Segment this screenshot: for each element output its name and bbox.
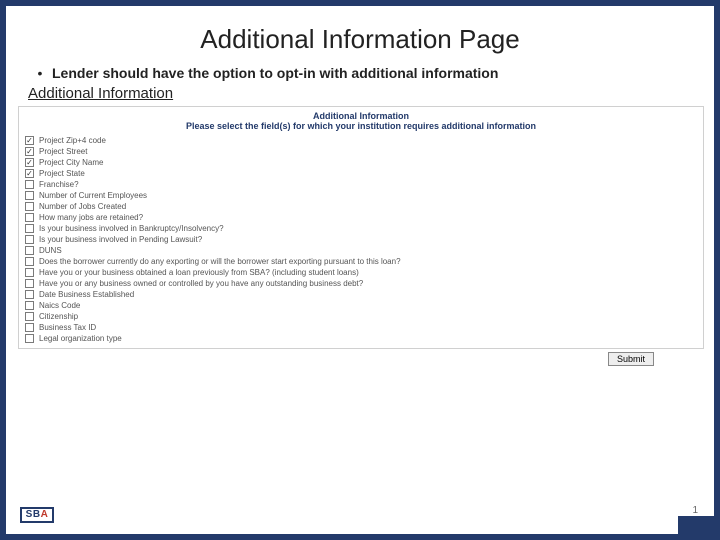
checkbox-label: Is your business involved in Bankruptcy/… xyxy=(39,224,224,233)
checkbox-label: Project State xyxy=(39,169,85,178)
checkbox-row: Number of Current Employees xyxy=(25,190,697,201)
checkbox[interactable] xyxy=(25,213,34,222)
submit-button[interactable]: Submit xyxy=(608,352,654,366)
checkbox-row: Does the borrower currently do any expor… xyxy=(25,256,697,267)
checkbox[interactable] xyxy=(25,235,34,244)
checkbox-row: Is your business involved in Pending Law… xyxy=(25,234,697,245)
checkbox-row: Number of Jobs Created xyxy=(25,201,697,212)
checkbox-row: ✓ Project State xyxy=(25,168,697,179)
checkbox[interactable] xyxy=(25,180,34,189)
checkbox-label: Business Tax ID xyxy=(39,323,96,332)
bullet-dot: • xyxy=(36,65,44,81)
additional-info-panel: Additional Information Please select the… xyxy=(18,106,704,349)
checkbox-row: Legal organization type xyxy=(25,333,697,344)
checkbox-label: Citizenship xyxy=(39,312,78,321)
checkbox[interactable] xyxy=(25,279,34,288)
checkbox-row: Citizenship xyxy=(25,311,697,322)
checkbox-label: Does the borrower currently do any expor… xyxy=(39,257,401,266)
checkbox-label: Project Street xyxy=(39,147,87,156)
checkbox-row: Business Tax ID xyxy=(25,322,697,333)
checkbox-label: Project Zip+4 code xyxy=(39,136,106,145)
bullet-text: Lender should have the option to opt-in … xyxy=(52,65,498,81)
checkbox[interactable] xyxy=(25,246,34,255)
checkbox[interactable] xyxy=(25,334,34,343)
checkbox-label: Is your business involved in Pending Law… xyxy=(39,235,202,244)
checkbox-row: How many jobs are retained? xyxy=(25,212,697,223)
sba-logo: SBA xyxy=(16,504,58,526)
checkbox[interactable] xyxy=(25,202,34,211)
checkbox[interactable] xyxy=(25,257,34,266)
checkbox-label: Naics Code xyxy=(39,301,80,310)
checkbox-label: Have you or any business owned or contro… xyxy=(39,279,363,288)
logo-box: SBA xyxy=(20,507,55,523)
checkbox-list: ✓ Project Zip+4 code ✓ Project Street ✓ Proje… xyxy=(19,133,703,348)
checkbox-label: Number of Current Employees xyxy=(39,191,147,200)
checkbox[interactable] xyxy=(25,290,34,299)
slide-frame: Additional Information Page • Lender shou… xyxy=(0,0,720,540)
checkbox[interactable]: ✓ xyxy=(25,158,34,167)
checkbox-row: ✓ Project Zip+4 code xyxy=(25,135,697,146)
section-subheading: Additional Information xyxy=(28,85,714,102)
checkbox[interactable] xyxy=(25,224,34,233)
checkbox-label: Number of Jobs Created xyxy=(39,202,126,211)
slide-title: Additional Information Page xyxy=(6,24,714,55)
checkbox-row: ✓ Project City Name xyxy=(25,157,697,168)
checkbox[interactable]: ✓ xyxy=(25,136,34,145)
checkbox-label: Project City Name xyxy=(39,158,103,167)
checkbox[interactable]: ✓ xyxy=(25,147,34,156)
checkbox-label: Franchise? xyxy=(39,180,79,189)
panel-instruction: Please select the field(s) for which you… xyxy=(19,121,703,131)
checkbox[interactable] xyxy=(25,323,34,332)
checkbox[interactable] xyxy=(25,312,34,321)
checkbox-row: Date Business Established xyxy=(25,289,697,300)
checkbox-label: Have you or your business obtained a loa… xyxy=(39,268,359,277)
submit-row: Submit xyxy=(6,349,714,366)
checkbox-row: Naics Code xyxy=(25,300,697,311)
checkbox-row: ✓ Project Street xyxy=(25,146,697,157)
bullet-line: • Lender should have the option to opt-in… xyxy=(36,65,684,81)
checkbox-row: DUNS xyxy=(25,245,697,256)
checkbox[interactable] xyxy=(25,191,34,200)
checkbox-label: How many jobs are retained? xyxy=(39,213,143,222)
panel-header: Additional Information Please select the… xyxy=(19,107,703,133)
checkbox-row: Is your business involved in Bankruptcy/… xyxy=(25,223,697,234)
checkbox-row: Have you or your business obtained a loa… xyxy=(25,267,697,278)
corner-accent xyxy=(678,516,714,534)
checkbox-label: DUNS xyxy=(39,246,62,255)
checkbox-label: Legal organization type xyxy=(39,334,122,343)
logo-text: SB xyxy=(26,509,41,520)
checkbox-row: Franchise? xyxy=(25,179,697,190)
checkbox[interactable] xyxy=(25,301,34,310)
page-number: 1 xyxy=(692,505,698,516)
checkbox[interactable]: ✓ xyxy=(25,169,34,178)
checkbox-label: Date Business Established xyxy=(39,290,134,299)
logo-accent: A xyxy=(41,509,49,520)
checkbox-row: Have you or any business owned or contro… xyxy=(25,278,697,289)
panel-heading: Additional Information xyxy=(19,111,703,121)
checkbox[interactable] xyxy=(25,268,34,277)
